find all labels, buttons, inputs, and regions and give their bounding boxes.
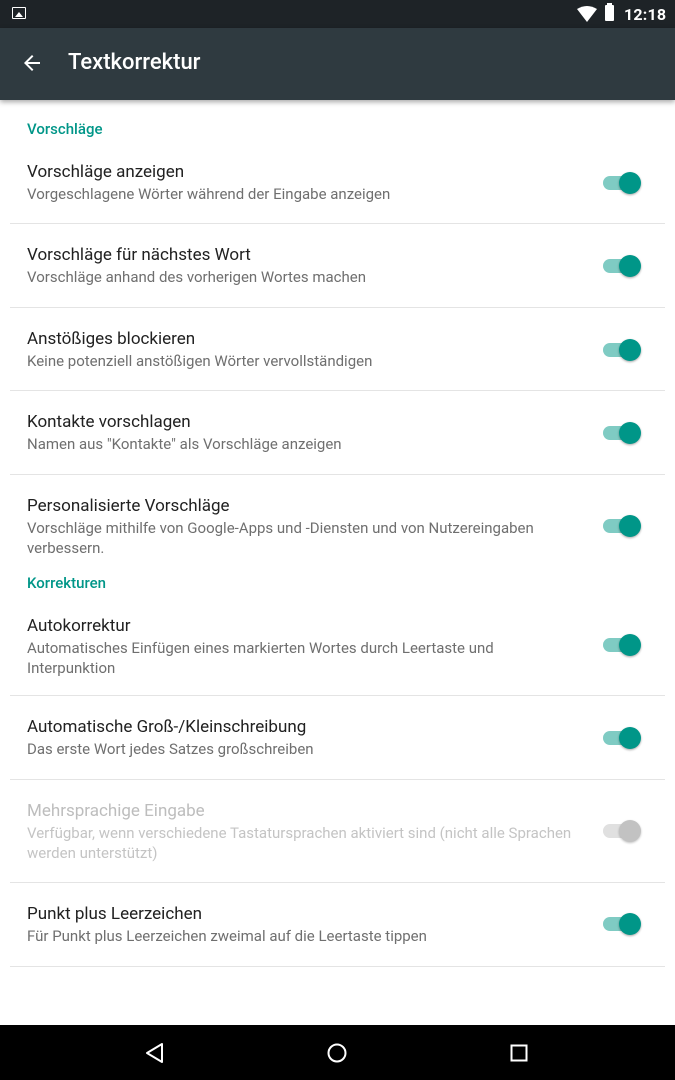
setting-title: Vorschläge für nächstes Wort xyxy=(27,245,251,265)
setting-summary: Automatisches Einfügen eines markierten … xyxy=(27,639,494,677)
arrow-left-icon[interactable] xyxy=(20,51,44,75)
toggle-switch[interactable] xyxy=(603,172,643,194)
battery-icon xyxy=(605,3,614,21)
status-bar: 12:18 xyxy=(0,0,675,28)
setting-title: Automatische Groß-/Kleinschreibung xyxy=(27,717,307,737)
wifi-icon xyxy=(577,6,597,22)
setting-personalized-suggestions[interactable]: Personalisierte Vorschläge Vorschläge mi… xyxy=(10,475,665,575)
toggle-switch[interactable] xyxy=(603,422,643,444)
app-bar: Textkorrektur xyxy=(0,28,675,100)
setting-block-offensive[interactable]: Anstößiges blockieren Keine potenziell a… xyxy=(10,308,665,391)
setting-autocorrect[interactable]: Autokorrektur Automatisches Einfügen ein… xyxy=(10,597,665,696)
toggle-switch[interactable] xyxy=(603,255,643,277)
page-title: Textkorrektur xyxy=(68,50,201,75)
setting-summary: Keine potenziell anstößigen Wörter vervo… xyxy=(27,352,373,370)
image-notification-icon xyxy=(12,7,26,19)
setting-summary: Verfügbar, wenn verschiedene Tastaturspr… xyxy=(27,824,572,862)
setting-title: Vorschläge anzeigen xyxy=(27,162,185,182)
back-icon[interactable] xyxy=(142,1040,168,1066)
setting-summary: Vorschläge anhand des vorherigen Wortes … xyxy=(27,268,367,286)
toggle-switch[interactable] xyxy=(603,515,643,537)
toggle-switch[interactable] xyxy=(603,634,643,656)
setting-summary: Das erste Wort jedes Satzes großschreibe… xyxy=(27,740,314,758)
status-time: 12:18 xyxy=(624,5,667,24)
toggle-switch-disabled xyxy=(603,820,643,842)
setting-double-space-period[interactable]: Punkt plus Leerzeichen Für Punkt plus Le… xyxy=(10,883,665,967)
setting-summary: Vorschläge mithilfe von Google-Apps und … xyxy=(27,519,534,557)
setting-next-word-suggestions[interactable]: Vorschläge für nächstes Wort Vorschläge … xyxy=(10,224,665,308)
setting-suggest-contacts[interactable]: Kontakte vorschlagen Namen aus "Kontakte… xyxy=(10,391,665,475)
setting-show-suggestions[interactable]: Vorschläge anzeigen Vorgeschlagene Wörte… xyxy=(10,150,665,224)
setting-title: Personalisierte Vorschläge xyxy=(27,496,230,516)
setting-summary: Vorgeschlagene Wörter während der Eingab… xyxy=(27,185,391,203)
setting-title: Mehrsprachige Eingabe xyxy=(27,801,205,821)
setting-title: Kontakte vorschlagen xyxy=(27,412,191,432)
toggle-switch[interactable] xyxy=(603,727,643,749)
setting-title: Autokorrektur xyxy=(27,616,131,636)
navigation-bar xyxy=(0,1025,675,1080)
toggle-switch[interactable] xyxy=(603,913,643,935)
setting-title: Punkt plus Leerzeichen xyxy=(27,904,202,924)
setting-summary: Für Punkt plus Leerzeichen zweimal auf d… xyxy=(27,927,427,945)
setting-title: Anstößiges blockieren xyxy=(27,329,196,349)
recents-icon[interactable] xyxy=(506,1040,532,1066)
section-header-suggestions: Vorschläge xyxy=(27,120,103,138)
section-header-corrections: Korrekturen xyxy=(27,574,106,592)
setting-auto-capitalization[interactable]: Automatische Groß-/Kleinschreibung Das e… xyxy=(10,696,665,780)
settings-list[interactable]: Vorschläge Vorschläge anzeigen Vorgeschl… xyxy=(0,100,675,1025)
home-icon[interactable] xyxy=(324,1040,350,1066)
setting-multilingual-input: Mehrsprachige Eingabe Verfügbar, wenn ve… xyxy=(10,780,665,883)
setting-summary: Namen aus "Kontakte" als Vorschläge anze… xyxy=(27,435,342,453)
toggle-switch[interactable] xyxy=(603,339,643,361)
